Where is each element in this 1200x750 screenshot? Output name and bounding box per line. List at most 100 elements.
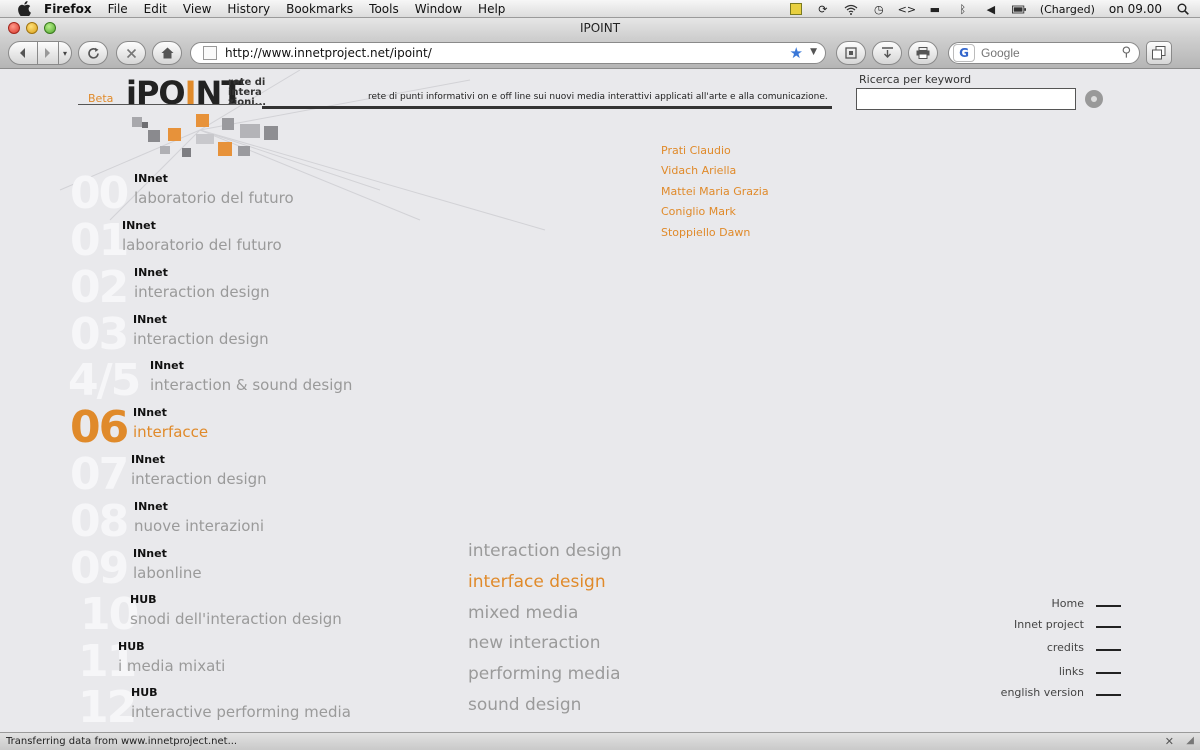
footer-dash: [1096, 694, 1121, 696]
web-search-box[interactable]: G ⚲: [948, 42, 1140, 64]
history-dropdown-button[interactable]: ▾: [58, 41, 72, 65]
apple-icon[interactable]: [16, 1, 32, 17]
google-engine-icon[interactable]: G: [953, 44, 975, 62]
course-kind: INnet: [134, 172, 168, 185]
search-icon[interactable]: ⚲: [1121, 45, 1131, 60]
category-link[interactable]: interaction design: [468, 541, 622, 561]
course-number: 01: [70, 215, 129, 266]
mac-menu-bar: Firefox File Edit View History Bookmarks…: [0, 0, 1200, 18]
window-title: IPOINT: [579, 21, 621, 35]
time-machine-icon[interactable]: ◷: [872, 2, 886, 16]
course-kind: HUB: [118, 640, 145, 653]
course-number: 10: [80, 589, 139, 640]
zoom-window-button[interactable]: [44, 22, 56, 34]
battery-icon[interactable]: [1011, 2, 1026, 16]
author-link[interactable]: Prati Claudio: [661, 144, 731, 157]
keyword-search-input[interactable]: [856, 88, 1076, 110]
course-number: 00: [70, 168, 129, 219]
course-title[interactable]: laboratorio del futuro: [122, 236, 282, 254]
course-title[interactable]: nuove interazioni: [134, 517, 264, 535]
menu-tools[interactable]: Tools: [369, 0, 399, 18]
menu-app-firefox[interactable]: Firefox: [44, 0, 92, 18]
footer-link-english-version[interactable]: english version: [884, 686, 1084, 699]
course-number: 07: [70, 449, 129, 500]
battery-status: (Charged): [1039, 2, 1095, 16]
course-title[interactable]: interaction design: [133, 330, 269, 348]
addon-status-icon[interactable]: ✕: [1165, 735, 1174, 748]
addon-button[interactable]: [836, 41, 866, 65]
keyword-search-button[interactable]: [1085, 90, 1103, 108]
address-bar[interactable]: http://www.innetproject.net/ipoint/ ★ ▼: [190, 42, 826, 64]
category-link[interactable]: mixed media: [468, 603, 578, 623]
footer-link-innet-project[interactable]: Innet project: [884, 618, 1084, 631]
author-link[interactable]: Stoppiello Dawn: [661, 226, 750, 239]
home-button[interactable]: [152, 41, 182, 65]
browser-toolbar: ▾ http://www.innetproject.net/ipoint/ ★ …: [0, 38, 1200, 69]
display-icon[interactable]: ▬: [928, 2, 942, 16]
address-dropdown-icon[interactable]: ▼: [810, 47, 817, 57]
footer-link-credits[interactable]: credits: [884, 641, 1084, 654]
minimize-window-button[interactable]: [26, 22, 38, 34]
sync-icon[interactable]: ⟳: [816, 2, 830, 16]
author-link[interactable]: Mattei Maria Grazia: [661, 185, 769, 198]
course-title[interactable]: interactive performing media: [131, 703, 351, 721]
footer-link-links[interactable]: links: [884, 665, 1084, 678]
category-link[interactable]: sound design: [468, 695, 581, 715]
new-window-button[interactable]: [1146, 41, 1172, 65]
bluetooth-icon[interactable]: ᛒ: [956, 2, 970, 16]
address-url[interactable]: http://www.innetproject.net/ipoint/: [225, 46, 432, 60]
shield-icon[interactable]: [789, 3, 802, 15]
print-button[interactable]: [908, 41, 938, 65]
course-kind: INnet: [134, 266, 168, 279]
code-icon[interactable]: <>: [898, 2, 916, 16]
menu-view[interactable]: View: [183, 0, 211, 18]
menu-bookmarks[interactable]: Bookmarks: [286, 0, 353, 18]
stop-button[interactable]: [116, 41, 146, 65]
close-window-button[interactable]: [8, 22, 20, 34]
author-link[interactable]: Vidach Ariella: [661, 164, 736, 177]
header-divider-left: [78, 104, 262, 105]
spotlight-search-icon[interactable]: [1176, 2, 1190, 16]
resize-grip-icon[interactable]: ◢: [1186, 735, 1194, 746]
footer-link-home[interactable]: Home: [884, 597, 1084, 610]
ipoint-logo[interactable]: iPOINT: [126, 74, 243, 112]
reload-button[interactable]: [78, 41, 108, 65]
course-number: 12: [78, 682, 137, 732]
course-title[interactable]: snodi dell'interaction design: [130, 610, 342, 628]
menu-window[interactable]: Window: [415, 0, 462, 18]
course-title[interactable]: laboratorio del futuro: [134, 189, 294, 207]
footer-dash: [1096, 626, 1121, 628]
cube-cluster: [132, 114, 278, 157]
menu-edit[interactable]: Edit: [144, 0, 167, 18]
course-title[interactable]: interaction design: [134, 283, 270, 301]
author-link[interactable]: Coniglio Mark: [661, 205, 736, 218]
course-kind: INnet: [150, 359, 184, 372]
bookmark-star-icon[interactable]: ★: [790, 44, 803, 62]
category-link[interactable]: new interaction: [468, 633, 600, 653]
back-button[interactable]: [8, 41, 38, 65]
menu-clock[interactable]: on 09.00: [1109, 2, 1162, 16]
web-search-input[interactable]: [981, 46, 1111, 60]
menu-history[interactable]: History: [227, 0, 270, 18]
course-kind: INnet: [133, 547, 167, 560]
forward-button[interactable]: [37, 41, 59, 65]
footer-dash: [1096, 605, 1121, 607]
course-title[interactable]: i media mixati: [118, 657, 225, 675]
status-text: Transferring data from www.innetproject.…: [6, 736, 238, 747]
course-title[interactable]: interaction design: [131, 470, 267, 488]
category-link[interactable]: performing media: [468, 664, 621, 684]
course-title[interactable]: labonline: [133, 564, 202, 582]
category-link-active[interactable]: interface design: [468, 572, 606, 592]
menu-help[interactable]: Help: [478, 0, 505, 18]
course-title[interactable]: interfacce: [133, 423, 208, 441]
menu-file[interactable]: File: [108, 0, 128, 18]
browser-status-bar: Transferring data from www.innetproject.…: [0, 732, 1200, 750]
course-kind: INnet: [133, 406, 167, 419]
search-go-icon: [1091, 96, 1097, 102]
volume-icon[interactable]: ◀: [984, 2, 998, 16]
download-button[interactable]: [872, 41, 902, 65]
wifi-icon[interactable]: [844, 2, 858, 16]
keyword-search-label: Ricerca per keyword: [859, 73, 972, 86]
window-titlebar: IPOINT: [0, 18, 1200, 38]
course-title[interactable]: interaction & sound design: [150, 376, 352, 394]
